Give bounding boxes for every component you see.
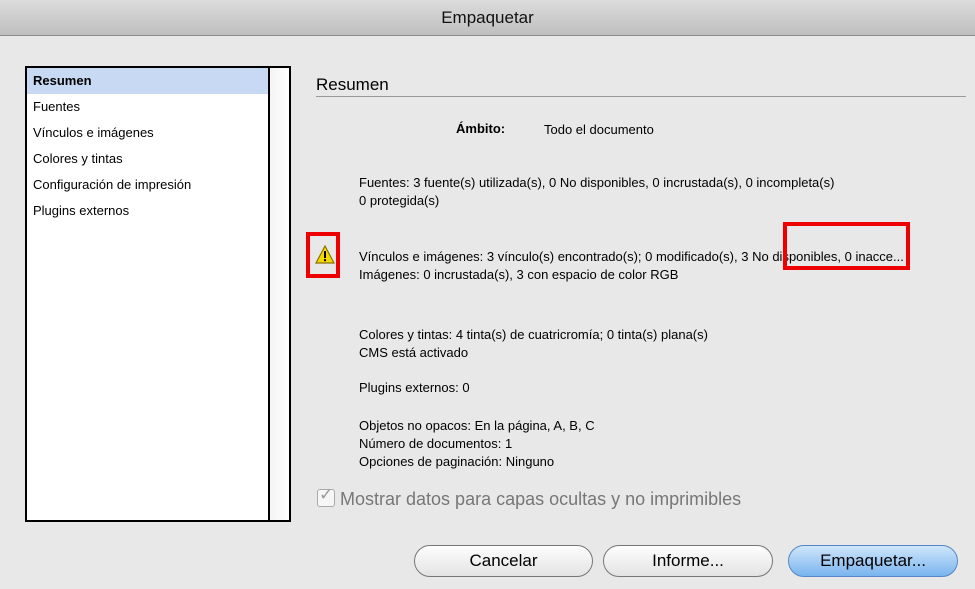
images-summary: Imágenes: 0 incrustada(s), 3 con espacio… xyxy=(359,267,679,282)
pagination-options: Opciones de paginación: Ninguno xyxy=(359,454,555,469)
scope-value: Todo el documento xyxy=(544,122,654,137)
sidebar-item-fuentes[interactable]: Fuentes xyxy=(27,94,268,120)
checkmark-icon: ✓ xyxy=(319,485,334,504)
missing-links-highlight xyxy=(783,222,910,270)
sidebar-item-colores[interactable]: Colores y tintas xyxy=(27,146,268,172)
scope-label: Ámbito: xyxy=(456,121,506,136)
section-divider xyxy=(316,96,966,97)
warning-triangle-icon xyxy=(315,245,335,264)
links-summary-found: Vínculos e imágenes: 3 vínculo(s) encont… xyxy=(359,249,738,264)
report-button[interactable]: Informe... xyxy=(603,545,773,577)
sidebar-item-plugins[interactable]: Plugins externos xyxy=(27,198,268,224)
fonts-summary: Fuentes: 3 fuente(s) utilizada(s), 0 No … xyxy=(359,175,835,190)
section-title: Resumen xyxy=(316,75,389,94)
section-list-items: Resumen Fuentes Vínculos e imágenes Colo… xyxy=(27,68,270,520)
section-list: Resumen Fuentes Vínculos e imágenes Colo… xyxy=(25,66,291,522)
document-count: Número de documentos: 1 xyxy=(359,436,513,451)
cancel-button[interactable]: Cancelar xyxy=(414,545,593,577)
hidden-layers-label: Mostrar datos para capas ocultas y no im… xyxy=(340,489,742,509)
hidden-layers-checkbox[interactable]: ✓ xyxy=(317,485,335,507)
sidebar-item-resumen[interactable]: Resumen xyxy=(27,68,268,94)
hidden-layers-option[interactable]: ✓ Mostrar datos para capas ocultas y no … xyxy=(317,485,742,510)
colors-summary: Colores y tintas: 4 tinta(s) de cuatricr… xyxy=(359,327,708,342)
sidebar-item-configuracion[interactable]: Configuración de impresión xyxy=(27,172,268,198)
window-title: Empaquetar xyxy=(441,8,534,27)
cms-status: CMS está activado xyxy=(359,345,469,360)
plugins-summary: Plugins externos: 0 xyxy=(359,380,470,395)
fonts-summary-protected: 0 protegida(s) xyxy=(359,193,440,208)
warning-highlight xyxy=(306,232,340,278)
window-titlebar: Empaquetar xyxy=(0,0,975,36)
non-opaque-objects: Objetos no opacos: En la página, A, B, C xyxy=(359,418,595,433)
sidebar-item-vinculos[interactable]: Vínculos e imágenes xyxy=(27,120,268,146)
section-list-scrollbar[interactable] xyxy=(270,68,289,520)
package-button[interactable]: Empaquetar... xyxy=(788,545,958,577)
